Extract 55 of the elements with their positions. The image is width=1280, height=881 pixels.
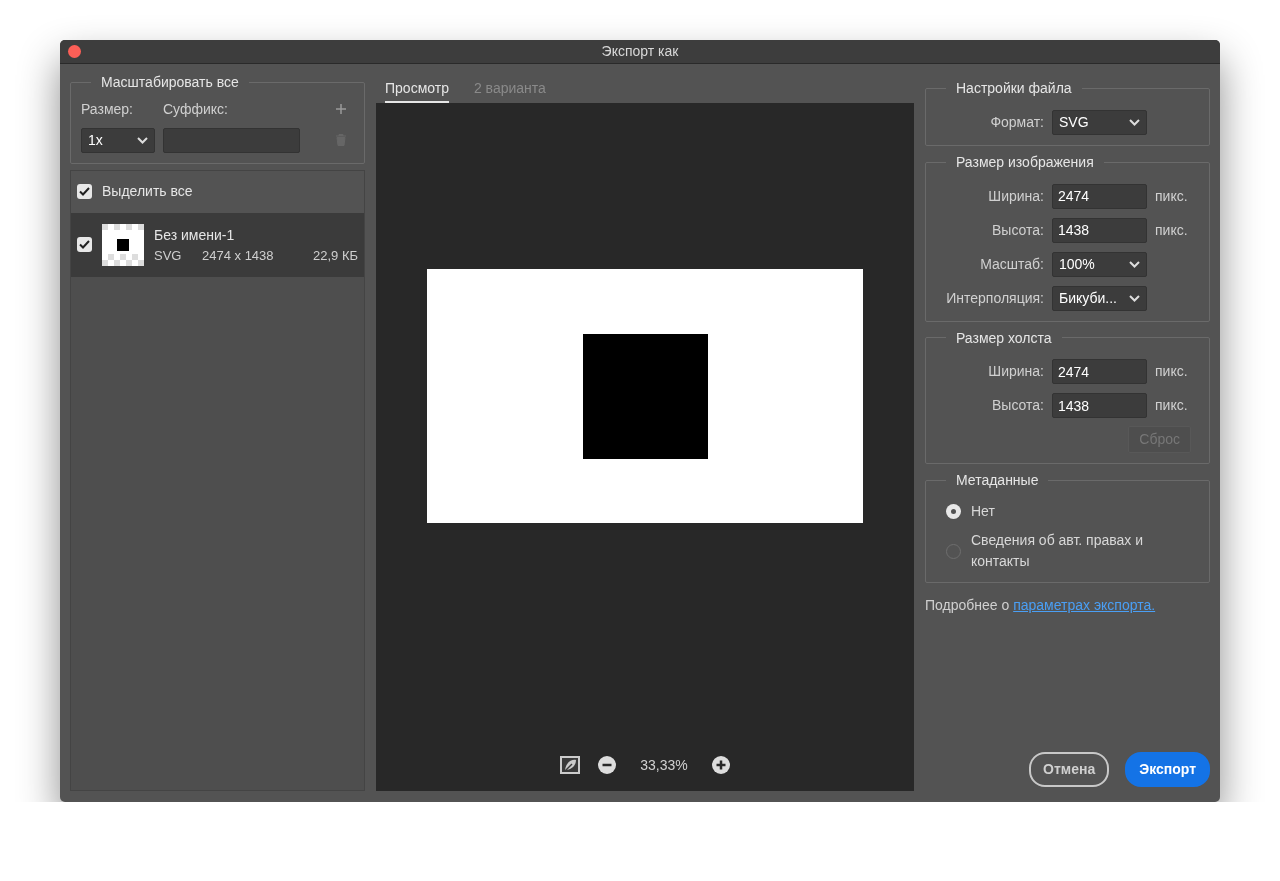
field-label: Ширина: [987, 186, 1045, 206]
group-title: Масштабировать все [100, 74, 240, 91]
chevron-icon [1129, 294, 1140, 302]
thumbnail-drawing [102, 223, 144, 266]
unit-label: пикс. [1154, 186, 1188, 206]
zoom-out-icon[interactable] [598, 756, 616, 774]
value-dropdown[interactable]: SVG [1052, 109, 1147, 135]
export-button[interactable]: Экспорт [1125, 752, 1210, 787]
value-field[interactable]: 2474 [1052, 359, 1147, 385]
group-title: Размер холста [955, 329, 1053, 347]
suffix-label: Суффикс: [163, 99, 228, 119]
help-text: Подробнее о [925, 597, 1010, 614]
field-label: Формат: [989, 112, 1045, 132]
field-label: Масштаб: [979, 254, 1045, 274]
group-title: Размер изображения [955, 153, 1095, 171]
asset-checkbox[interactable] [77, 237, 92, 253]
close-button[interactable] [68, 45, 81, 58]
asset-format: SVG [154, 246, 183, 265]
value-field[interactable]: 1438 [1052, 393, 1147, 419]
chevron-icon [137, 136, 148, 144]
value-dropdown[interactable]: 100% [1052, 251, 1147, 277]
option-label: Нет [971, 502, 995, 522]
field-label: Высота: [991, 396, 1045, 416]
radio-button[interactable] [946, 504, 961, 520]
value-field[interactable]: 1438 [1052, 217, 1147, 243]
field-label: Интерполяция: [945, 288, 1045, 308]
group-title: Настройки файла [955, 80, 1073, 97]
value-field[interactable]: 2474 [1052, 183, 1147, 209]
unit-label: пикс. [1154, 220, 1188, 240]
unit-label: пикс. [1154, 396, 1188, 416]
window-title: Экспорт как [601, 42, 679, 61]
select-all-checkbox[interactable] [77, 184, 92, 200]
unit-label: пикс. [1154, 362, 1188, 382]
field-label: Высота: [991, 220, 1045, 240]
asset-dimensions: 2474 x 1438 [202, 246, 274, 265]
transparency-toggle-icon[interactable] [560, 756, 580, 774]
field-label: Ширина: [987, 362, 1045, 382]
size-label: Размер: [81, 99, 134, 119]
asset-file-size: 22,9 КБ [312, 246, 358, 265]
zoom-level-text: 33,33% [639, 755, 689, 775]
suffix-field[interactable] [163, 127, 300, 153]
zoom-in-icon[interactable] [712, 756, 730, 774]
radio-option[interactable]: Нет [936, 501, 1199, 523]
value-dropdown[interactable]: Бикуби... [1052, 285, 1147, 311]
cancel-button[interactable]: Отмена [1029, 752, 1110, 787]
chevron-icon [1129, 260, 1140, 268]
option-label: Сведения об авт. правах и контакты [971, 531, 1145, 572]
add-icon[interactable] [336, 104, 346, 115]
radio-option[interactable]: Сведения об авт. правах и контакты [936, 530, 1199, 573]
chevron-icon [1129, 118, 1140, 126]
asset-row[interactable]: Без имени-1 SVG 2474 x 1438 22,9 КБ [71, 212, 364, 277]
select-all-label: Выделить все [102, 182, 193, 202]
size-dropdown[interactable]: 1x [81, 127, 155, 153]
group-title: Метаданные [955, 472, 1040, 490]
asset-name: Без имени-1 [154, 225, 236, 245]
